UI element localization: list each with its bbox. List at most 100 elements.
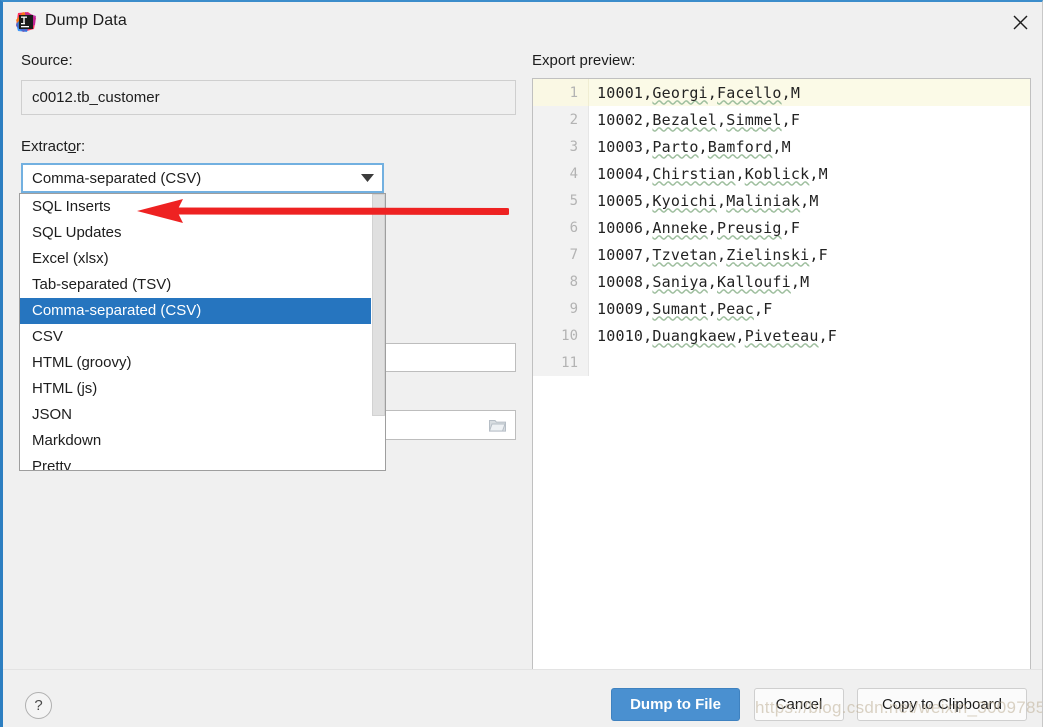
preview-line[interactable]: 6 10006,Anneke,Preusig,F (533, 214, 1030, 241)
source-value: c0012.tb_customer (32, 89, 160, 106)
cell-id: 10010 (597, 326, 644, 345)
extractor-selected-value: Comma-separated (CSV) (32, 169, 202, 187)
dropdown-item[interactable]: SQL Updates (20, 220, 372, 246)
line-number: 4 (533, 160, 589, 187)
line-number: 7 (533, 241, 589, 268)
folder-open-icon[interactable] (489, 418, 506, 432)
line-content: 10007,Tzvetan,Zielinski,F (597, 245, 828, 264)
preview-line[interactable]: 11 (533, 349, 1030, 376)
cell-last-name: Peac (717, 299, 754, 318)
dropdown-item[interactable]: Markdown (20, 428, 372, 454)
cell-gender: M (790, 83, 801, 102)
cell-gender: F (763, 299, 773, 318)
preview-line[interactable]: 3 10003,Parto,Bamford,M (533, 133, 1030, 160)
extractor-label: Extractor: (21, 138, 86, 155)
cell-first-name: Sumant (652, 299, 708, 318)
cell-id: 10006 (597, 218, 644, 237)
cell-last-name: Simmel (726, 110, 782, 129)
dropdown-item[interactable]: HTML (groovy) (20, 350, 372, 376)
cell-first-name: Anneke (652, 218, 708, 237)
cell-last-name: Piveteau (744, 326, 819, 345)
cell-last-name: Kalloufi (717, 272, 791, 291)
cell-gender: M (809, 191, 819, 210)
copy-to-clipboard-button[interactable]: Copy to Clipboard (857, 688, 1027, 721)
line-number: 2 (533, 106, 589, 133)
cell-gender: M (781, 137, 791, 156)
source-field[interactable]: c0012.tb_customer (21, 80, 516, 115)
title-bar: Dump Data (3, 2, 1042, 44)
dropdown-items: SQL Inserts SQL Updates Excel (xlsx) Tab-se… (20, 194, 372, 470)
source-label: Source: (21, 52, 73, 69)
preview-line[interactable]: 8 10008,Saniya,Kalloufi,M (533, 268, 1030, 295)
cell-gender: F (818, 245, 828, 264)
dropdown-item[interactable]: Tab-separated (TSV) (20, 272, 372, 298)
preview-line[interactable]: 7 10007,Tzvetan,Zielinski,F (533, 241, 1030, 268)
line-number: 10 (533, 322, 589, 349)
cell-first-name: Georgi (652, 83, 708, 102)
cell-id: 10007 (597, 245, 644, 264)
cell-gender: F (827, 326, 838, 345)
cell-id: 10008 (597, 272, 644, 291)
cell-gender: M (800, 272, 810, 291)
cell-id: 10003 (597, 137, 644, 156)
line-content: 10008,Saniya,Kalloufi,M (597, 272, 810, 291)
chevron-down-icon[interactable] (352, 173, 382, 183)
cell-first-name: Saniya (652, 272, 708, 291)
cell-last-name: Koblick (744, 164, 810, 183)
intellij-logo-icon (16, 12, 36, 32)
dump-to-file-button[interactable]: Dump to File (611, 688, 740, 721)
cell-first-name: Parto (652, 137, 699, 156)
preview-line[interactable]: 10 10010,Duangkaew,Piveteau,F (533, 322, 1030, 349)
close-button[interactable] (997, 2, 1042, 42)
line-content: 10010,Duangkaew,Piveteau,F (597, 326, 838, 345)
dropdown-item[interactable]: Excel (xlsx) (20, 246, 372, 272)
cell-last-name: Maliniak (726, 191, 801, 210)
line-content: 10002,Bezalel,Simmel,F (597, 110, 801, 129)
dropdown-item[interactable]: SQL Inserts (20, 194, 372, 220)
cell-first-name: Chirstian (652, 164, 736, 183)
dropdown-item[interactable]: JSON (20, 402, 372, 428)
cell-last-name: Bamford (707, 137, 773, 156)
cell-last-name: Zielinski (726, 245, 810, 264)
dropdown-item[interactable]: Pretty (20, 454, 372, 470)
dropdown-item[interactable]: Comma-separated (CSV) (20, 298, 372, 324)
cell-last-name: Preusig (717, 218, 782, 237)
line-content: 10009,Sumant,Peac,F (597, 299, 773, 318)
line-content: 10001,Georgi,Facello,M (597, 83, 801, 102)
dump-data-dialog: Dump Data Source: c0012.tb_customer Extr… (0, 0, 1043, 727)
line-number: 3 (533, 133, 589, 160)
cell-gender: F (790, 110, 801, 129)
cell-first-name: Bezalel (652, 110, 718, 129)
extractor-dropdown-list[interactable]: SQL Inserts SQL Updates Excel (xlsx) Tab-se… (19, 193, 386, 471)
cell-gender: M (818, 164, 828, 183)
extractor-combobox[interactable]: Comma-separated (CSV) (21, 163, 384, 193)
cell-first-name: Duangkaew (652, 326, 736, 345)
dropdown-item[interactable]: HTML (js) (20, 376, 372, 402)
cell-id: 10005 (597, 191, 644, 210)
export-preview-panel[interactable]: 1 10001,Georgi,Facello,M 2 10002,Bezalel,Si… (532, 78, 1031, 672)
preview-line[interactable]: 5 10005,Kyoichi,Maliniak,M (533, 187, 1030, 214)
preview-line[interactable]: 1 10001,Georgi,Facello,M (533, 79, 1030, 106)
line-content: 10004,Chirstian,Koblick,M (597, 164, 828, 183)
line-number: 9 (533, 295, 589, 322)
dropdown-scrollbar[interactable] (371, 194, 385, 470)
cell-last-name: Facello (717, 83, 782, 102)
line-number: 8 (533, 268, 589, 295)
dropdown-item[interactable]: CSV (20, 324, 372, 350)
cell-gender: F (790, 218, 801, 237)
cell-id: 10001 (597, 83, 644, 102)
close-icon (1013, 15, 1028, 30)
dropdown-scrollbar-thumb[interactable] (372, 194, 385, 416)
line-number: 1 (533, 79, 589, 106)
help-button[interactable]: ? (25, 692, 52, 719)
cell-id: 10004 (597, 164, 644, 183)
line-number: 11 (533, 349, 589, 376)
cell-id: 10002 (597, 110, 644, 129)
line-number: 6 (533, 214, 589, 241)
preview-line[interactable]: 4 10004,Chirstian,Koblick,M (533, 160, 1030, 187)
preview-line[interactable]: 2 10002,Bezalel,Simmel,F (533, 106, 1030, 133)
line-number: 5 (533, 187, 589, 214)
line-content: 10003,Parto,Bamford,M (597, 137, 791, 156)
preview-line[interactable]: 9 10009,Sumant,Peac,F (533, 295, 1030, 322)
cancel-button[interactable]: Cancel (754, 688, 844, 721)
